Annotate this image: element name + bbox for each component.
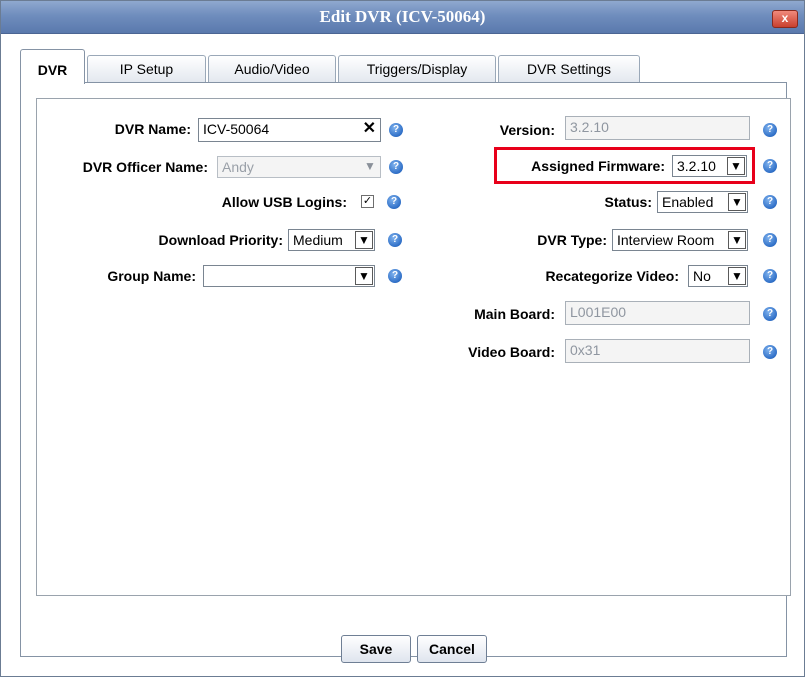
status-value: Enabled — [662, 194, 714, 210]
priority-value: Medium — [293, 232, 343, 248]
clear-icon[interactable]: ✕ — [363, 119, 376, 139]
video-board-label: Video Board: — [468, 344, 555, 360]
dvr-name-label: DVR Name: — [114, 121, 191, 137]
group-name-label: Group Name: — [107, 268, 196, 284]
priority-label: Download Priority: — [158, 232, 283, 248]
chevron-down-icon[interactable]: ▼ — [355, 231, 373, 249]
officer-help-icon[interactable]: ? — [389, 160, 403, 174]
edit-dvr-dialog: Edit DVR (ICV-50064) x DVR IP Setup Audi… — [0, 0, 805, 677]
officer-label: DVR Officer Name: — [82, 159, 208, 175]
main-board-help-icon[interactable]: ? — [763, 307, 777, 321]
main-board-label: Main Board: — [474, 306, 555, 322]
usb-help-icon[interactable]: ? — [387, 195, 401, 209]
chevron-down-icon[interactable]: ▼ — [728, 193, 746, 211]
title-bar[interactable]: Edit DVR (ICV-50064) x — [1, 1, 804, 34]
officer-value: Andy — [222, 159, 254, 175]
dvr-type-help-icon[interactable]: ? — [763, 233, 777, 247]
tab-dvr[interactable]: DVR — [20, 49, 85, 84]
dvr-type-value: Interview Room — [617, 232, 715, 248]
dvr-type-select[interactable]: Interview Room ▼ — [612, 229, 748, 251]
dialog-title: Edit DVR (ICV-50064) — [319, 7, 486, 26]
close-button[interactable]: x — [772, 10, 798, 28]
cancel-button[interactable]: Cancel — [417, 635, 487, 663]
chevron-down-icon: ▼ — [364, 159, 376, 173]
usb-logins-label: Allow USB Logins: — [221, 194, 347, 210]
priority-select[interactable]: Medium ▼ — [288, 229, 375, 251]
group-help-icon[interactable]: ? — [388, 269, 402, 283]
recategorize-label: Recategorize Video: — [545, 268, 679, 284]
tab-dvr-settings[interactable]: DVR Settings — [498, 55, 640, 82]
close-icon: x — [781, 11, 789, 25]
dvr-name-help-icon[interactable]: ? — [389, 123, 403, 137]
recategorize-help-icon[interactable]: ? — [763, 269, 777, 283]
dvr-name-input[interactable]: ICV-50064 ✕ — [198, 118, 381, 142]
version-help-icon[interactable]: ? — [763, 123, 777, 137]
video-board-field: 0x31 — [565, 339, 750, 363]
version-label: Version: — [499, 122, 555, 138]
status-label: Status: — [604, 194, 652, 210]
chevron-down-icon[interactable]: ▼ — [355, 267, 373, 285]
save-button[interactable]: Save — [341, 635, 411, 663]
officer-select: Andy ▼ — [217, 156, 381, 178]
dvr-type-label: DVR Type: — [537, 232, 607, 248]
recategorize-value: No — [693, 268, 711, 284]
chevron-down-icon[interactable]: ▼ — [727, 157, 745, 175]
main-board-field: L001E00 — [565, 301, 750, 325]
tab-ip-setup[interactable]: IP Setup — [87, 55, 206, 82]
firmware-help-icon[interactable]: ? — [763, 159, 777, 173]
firmware-label: Assigned Firmware: — [531, 158, 665, 174]
group-name-select[interactable]: ▼ — [203, 265, 375, 287]
recategorize-select[interactable]: No ▼ — [688, 265, 748, 287]
dvr-name-value: ICV-50064 — [203, 121, 270, 137]
version-field: 3.2.10 — [565, 116, 750, 140]
video-board-help-icon[interactable]: ? — [763, 345, 777, 359]
firmware-value: 3.2.10 — [677, 158, 716, 174]
tab-audio-video[interactable]: Audio/Video — [208, 55, 336, 82]
priority-help-icon[interactable]: ? — [388, 233, 402, 247]
chevron-down-icon[interactable]: ▼ — [728, 231, 746, 249]
firmware-select[interactable]: 3.2.10 ▼ — [672, 155, 747, 177]
status-help-icon[interactable]: ? — [763, 195, 777, 209]
usb-logins-checkbox[interactable]: ✓ — [361, 195, 374, 208]
status-select[interactable]: Enabled ▼ — [657, 191, 748, 213]
tab-triggers-display[interactable]: Triggers/Display — [338, 55, 496, 82]
chevron-down-icon[interactable]: ▼ — [728, 267, 746, 285]
